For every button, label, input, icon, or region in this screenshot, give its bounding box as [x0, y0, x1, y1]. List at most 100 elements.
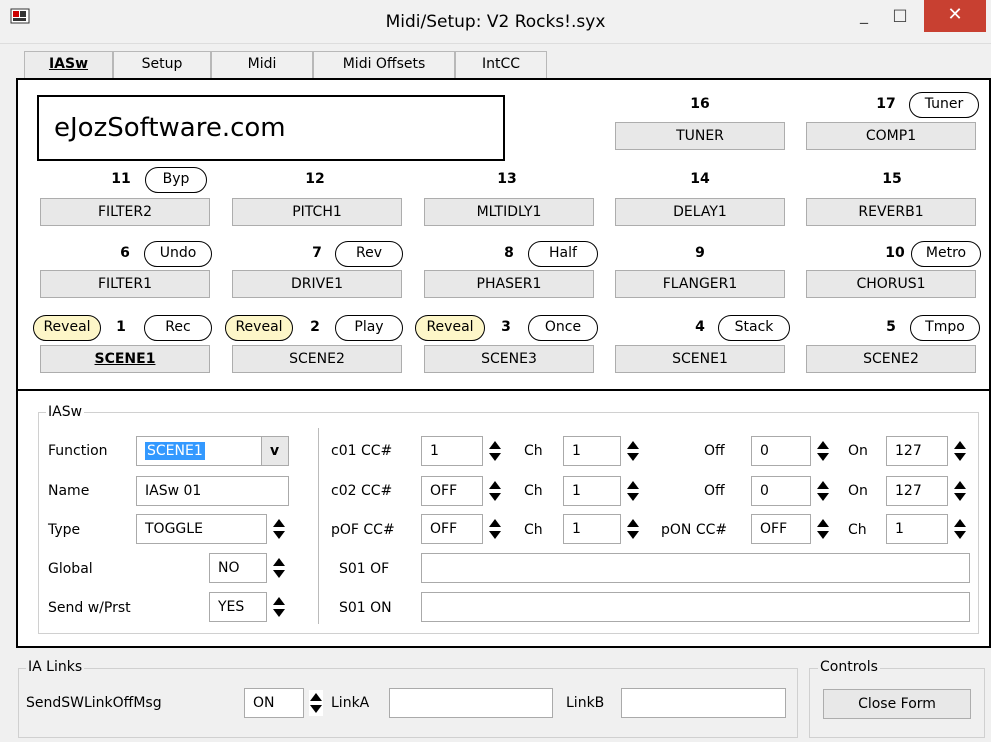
tab-iasw[interactable]: IASw	[24, 51, 113, 78]
pof-ch-stepper[interactable]: 1	[563, 514, 640, 544]
tab-intcc[interactable]: IntCC	[455, 51, 547, 78]
pon-cc-stepper[interactable]: OFF	[751, 514, 830, 544]
c01-cc-label: c01 CC#	[331, 443, 393, 459]
spinner-arrows-icon[interactable]	[953, 478, 967, 504]
function-dropdown-button[interactable]: v	[261, 436, 289, 466]
switch-6-pill[interactable]: Undo	[144, 241, 212, 267]
spinner-arrows-icon[interactable]	[488, 478, 502, 504]
switch-3-button[interactable]: SCENE3	[424, 345, 594, 373]
switch-7-button[interactable]: DRIVE1	[232, 270, 402, 298]
switch-7-pill[interactable]: Rev	[335, 241, 403, 267]
switch-16-button[interactable]: TUNER	[615, 122, 785, 150]
c02-on-stepper[interactable]: 127	[886, 476, 967, 506]
close-window-button[interactable]: ✕	[924, 0, 986, 32]
function-select[interactable]: SCENE1	[136, 436, 262, 466]
switch-8-pill[interactable]: Half	[528, 241, 598, 267]
spinner-arrows-icon[interactable]	[309, 690, 323, 716]
tab-midi-offsets[interactable]: Midi Offsets	[313, 51, 455, 78]
controls-group-label: Controls	[818, 659, 880, 675]
switch-8-button[interactable]: PHASER1	[424, 270, 594, 298]
switch-2-reveal-pill[interactable]: Reveal	[225, 315, 293, 341]
switch-17-pill[interactable]: Tuner	[909, 92, 979, 118]
spinner-arrows-icon[interactable]	[626, 438, 640, 464]
spinner-arrows-icon[interactable]	[816, 516, 830, 542]
switch-3-pill[interactable]: Once	[528, 315, 598, 341]
logo-text: eJozSoftware.com	[54, 113, 286, 143]
switch-2-button[interactable]: SCENE2	[232, 345, 402, 373]
switch-number: 12	[305, 171, 325, 187]
switch-10-button[interactable]: CHORUS1	[806, 270, 976, 298]
switch-10-pill[interactable]: Metro	[911, 241, 981, 267]
switch-13-button[interactable]: MLTIDLY1	[424, 198, 594, 226]
switch-number: 17	[876, 96, 896, 112]
switch-number: 6	[120, 245, 130, 261]
pof-cc-stepper[interactable]: OFF	[421, 514, 502, 544]
spinner-arrows-icon[interactable]	[816, 438, 830, 464]
pon-ch-label: Ch	[848, 522, 867, 538]
switch-9-button[interactable]: FLANGER1	[615, 270, 785, 298]
switch-11-button[interactable]: FILTER2	[40, 198, 210, 226]
spinner-arrows-icon[interactable]	[626, 516, 640, 542]
c01-off-stepper[interactable]: 0	[751, 436, 830, 466]
switch-5-button[interactable]: SCENE2	[806, 345, 976, 373]
spinner-arrows-icon[interactable]	[816, 478, 830, 504]
switch-12-button[interactable]: PITCH1	[232, 198, 402, 226]
switch-number: 15	[882, 171, 902, 187]
send-sw-link-off-msg-label: SendSWLinkOffMsg	[26, 695, 162, 711]
s01-of-field[interactable]	[421, 553, 970, 583]
spinner-arrows-icon[interactable]	[272, 516, 286, 542]
switch-1-reveal-pill[interactable]: Reveal	[33, 315, 101, 341]
spinner-arrows-icon[interactable]	[488, 516, 502, 542]
c01-on-stepper[interactable]: 127	[886, 436, 967, 466]
pon-ch-stepper[interactable]: 1	[886, 514, 967, 544]
switch-1-pill[interactable]: Rec	[144, 315, 212, 341]
spinner-arrows-icon[interactable]	[272, 594, 286, 620]
c02-ch-stepper[interactable]: 1	[563, 476, 640, 506]
global-stepper[interactable]: NO	[209, 553, 286, 583]
c02-cc-stepper[interactable]: OFF	[421, 476, 502, 506]
c02-off-stepper[interactable]: 0	[751, 476, 830, 506]
switch-3-reveal-pill[interactable]: Reveal	[415, 315, 485, 341]
spinner-arrows-icon[interactable]	[488, 438, 502, 464]
switch-5-pill[interactable]: Tmpo	[910, 315, 980, 341]
linkb-field[interactable]	[621, 688, 786, 718]
switch-2-pill[interactable]: Play	[335, 315, 403, 341]
pof-cc-label: pOF CC#	[331, 522, 395, 538]
switch-14-button[interactable]: DELAY1	[615, 198, 785, 226]
c01-ch-stepper[interactable]: 1	[563, 436, 640, 466]
switch-6-button[interactable]: FILTER1	[40, 270, 210, 298]
switch-number: 4	[695, 319, 705, 335]
window-title: Midi/Setup: V2 Rocks!.syx	[385, 12, 606, 32]
switch-4-button[interactable]: SCENE1	[615, 345, 785, 373]
tab-setup[interactable]: Setup	[113, 51, 211, 78]
tab-midi[interactable]: Midi	[211, 51, 313, 78]
pof-ch-label: Ch	[524, 522, 543, 538]
send-sw-link-off-msg-stepper[interactable]: ON	[244, 688, 323, 718]
switch-number: 16	[690, 96, 710, 112]
linka-field[interactable]	[389, 688, 553, 718]
function-label: Function	[48, 443, 108, 459]
s01-on-field[interactable]	[421, 592, 970, 622]
maximize-button[interactable]: □	[883, 0, 917, 32]
c01-off-label: Off	[704, 443, 725, 459]
switch-number: 9	[695, 245, 705, 261]
spinner-arrows-icon[interactable]	[272, 555, 286, 581]
send-w-prst-stepper[interactable]: YES	[209, 592, 286, 622]
group-divider	[318, 428, 319, 624]
switch-number: 5	[886, 319, 896, 335]
type-stepper[interactable]: TOGGLE	[136, 514, 286, 544]
c01-cc-stepper[interactable]: 1	[421, 436, 502, 466]
minimize-button[interactable]: _	[847, 0, 881, 32]
spinner-arrows-icon[interactable]	[953, 438, 967, 464]
close-form-button[interactable]: Close Form	[823, 689, 971, 719]
switch-4-pill[interactable]: Stack	[718, 315, 790, 341]
spinner-arrows-icon[interactable]	[953, 516, 967, 542]
switch-15-button[interactable]: REVERB1	[806, 198, 976, 226]
switch-1-button[interactable]: SCENE1	[40, 345, 210, 373]
title-bar: Midi/Setup: V2 Rocks!.syx _ □ ✕	[0, 0, 991, 44]
switch-11-pill[interactable]: Byp	[145, 167, 207, 193]
switch-17-button[interactable]: COMP1	[806, 122, 976, 150]
spinner-arrows-icon[interactable]	[626, 478, 640, 504]
switch-number: 14	[690, 171, 710, 187]
name-field[interactable]: IASw 01	[136, 476, 289, 506]
